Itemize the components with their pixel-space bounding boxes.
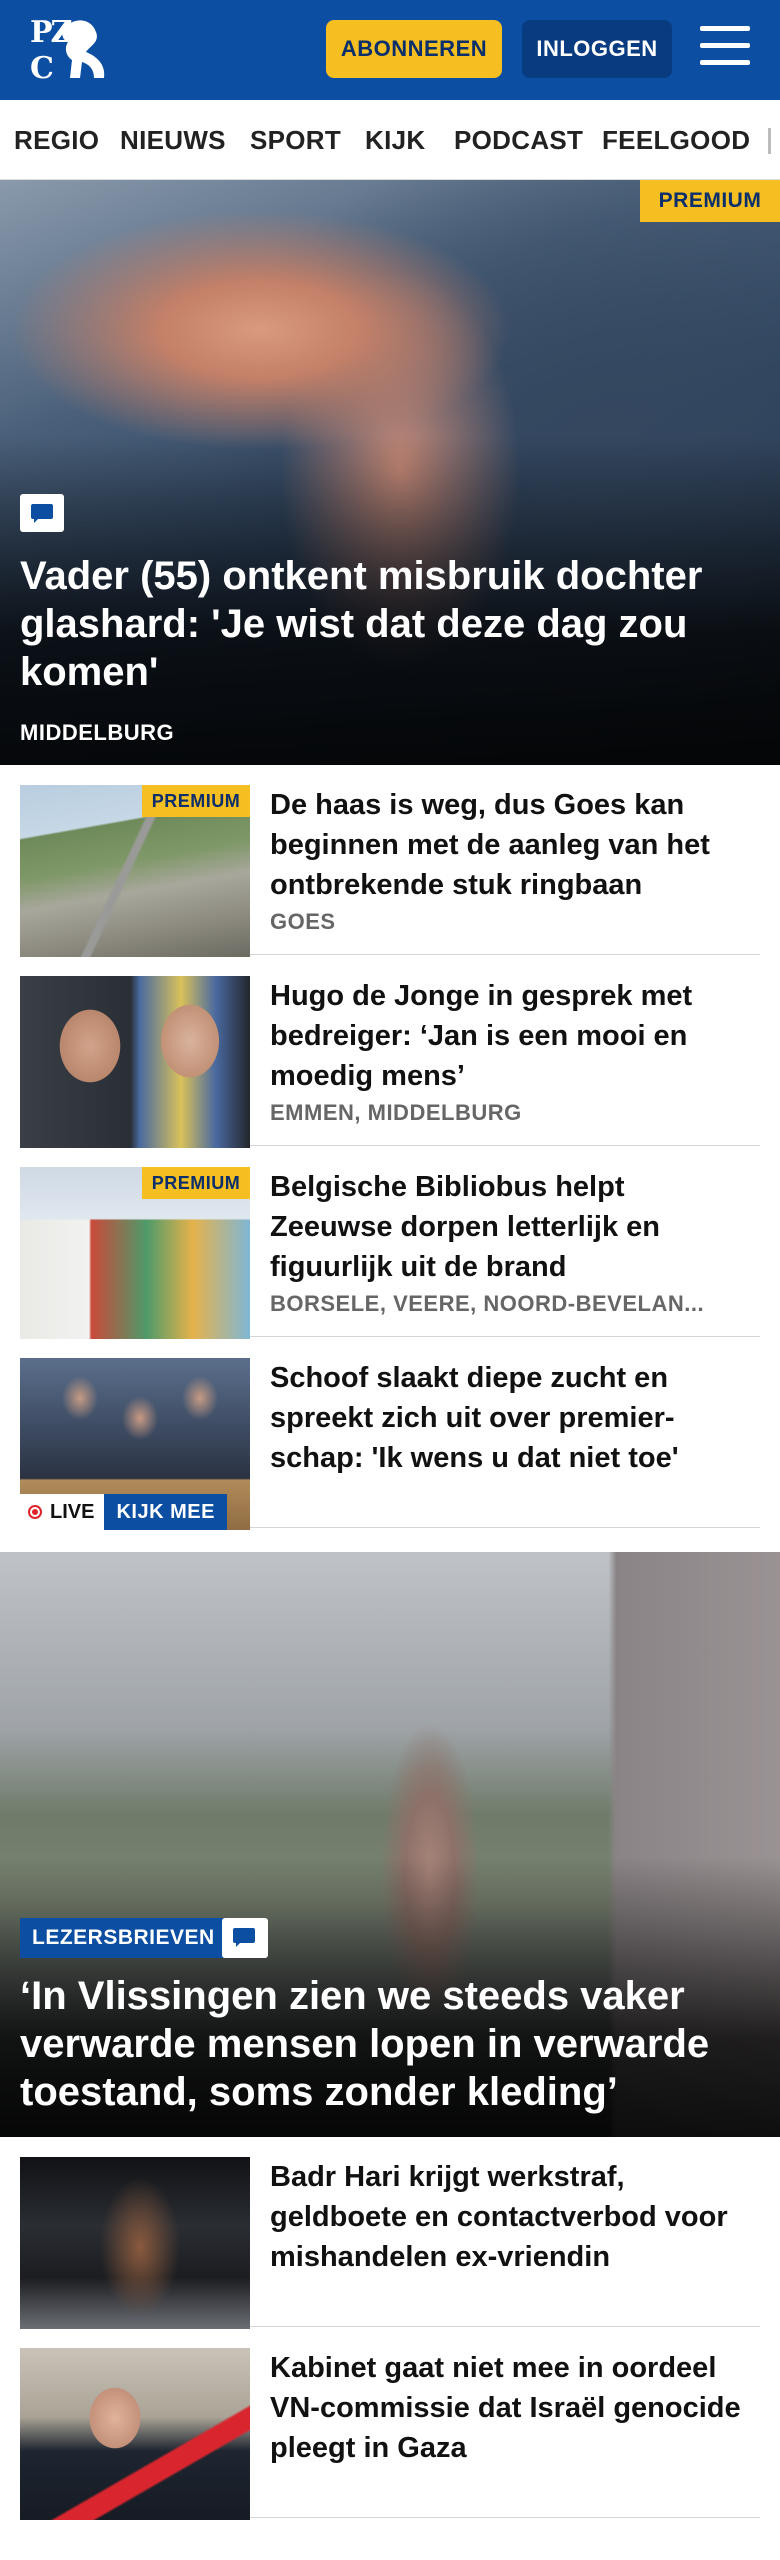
article-location: BORSELE, VEERE, NOORD-BEVELAN... xyxy=(270,1291,705,1316)
comment-icon xyxy=(20,494,64,532)
nav-item-regio[interactable]: REGIO xyxy=(14,100,99,179)
feature-article[interactable]: LEZERSBRIEVEN ‘In Vlissingen zien we ste… xyxy=(0,1552,780,2137)
hero-title[interactable]: Vader (55) ontkent misbruik dochter glas… xyxy=(20,552,740,696)
logo-lion-icon: PZ C xyxy=(30,15,105,86)
article-row[interactable]: LIVE KIJK MEE Schoof slaakt diepe zucht … xyxy=(20,1338,760,1530)
hero-location: MIDDELBURG xyxy=(20,720,175,745)
nav-item-kijk[interactable]: KIJK xyxy=(365,100,425,179)
article-title[interactable]: Hugo de Jonge in gesprek met bedreiger: … xyxy=(270,976,750,1096)
article-thumbnail xyxy=(20,2157,250,2329)
article-row[interactable]: Badr Hari krijgt werkstraf, geldboete en… xyxy=(20,2137,760,2329)
article-location: GOES xyxy=(270,909,336,934)
nav-item-feelgood[interactable]: FEELGOOD xyxy=(602,100,750,179)
article-title[interactable]: Badr Hari krijgt werkstraf, geldboete en… xyxy=(270,2157,750,2277)
watch-button[interactable]: KIJK MEE xyxy=(104,1494,227,1530)
article-thumbnail: PREMIUM xyxy=(20,785,250,957)
article-row[interactable]: Kabinet gaat niet mee in oordeel VN-comm… xyxy=(20,2328,760,2520)
article-row[interactable]: PREMIUM De haas is weg, dus Goes kan beg… xyxy=(20,765,760,957)
premium-badge: PREMIUM xyxy=(142,1167,250,1199)
category-tag: LEZERSBRIEVEN xyxy=(20,1918,227,1958)
live-bar[interactable]: LIVE KIJK MEE xyxy=(20,1494,227,1530)
article-thumbnail xyxy=(20,2348,250,2520)
article-title[interactable]: Kabinet gaat niet mee in oordeel VN-comm… xyxy=(270,2348,750,2468)
article-title[interactable]: Schoof slaakt diepe zucht en spreekt zic… xyxy=(270,1358,750,1478)
section-nav: REGIO NIEUWS SPORT KIJK PODCAST FEELGOOD xyxy=(0,100,780,180)
live-label: LIVE xyxy=(50,1500,95,1523)
nav-overflow-hint xyxy=(768,128,771,154)
article-title[interactable]: Belgische Bibliobus helpt Zeeuwse dorpen… xyxy=(270,1167,750,1287)
premium-badge: PREMIUM xyxy=(640,180,780,222)
nav-item-sport[interactable]: SPORT xyxy=(250,100,341,179)
feature-title[interactable]: ‘In Vlissingen zien we steeds vaker verw… xyxy=(20,1972,750,2116)
article-thumbnail: PREMIUM xyxy=(20,1167,250,1339)
nav-item-podcast[interactable]: PODCAST xyxy=(454,100,583,179)
article-row[interactable]: Hugo de Jonge in gesprek met bedreiger: … xyxy=(20,956,760,1148)
premium-badge: PREMIUM xyxy=(142,785,250,817)
article-thumbnail xyxy=(20,976,250,1148)
nav-item-nieuws[interactable]: NIEUWS xyxy=(120,100,226,179)
live-badge: LIVE xyxy=(20,1494,105,1530)
article-location: EMMEN, MIDDELBURG xyxy=(270,1100,522,1125)
pzc-logo[interactable]: PZ C xyxy=(26,12,112,88)
subscribe-button[interactable]: ABONNEREN xyxy=(326,20,502,78)
article-thumbnail: LIVE KIJK MEE xyxy=(20,1358,250,1530)
site-header: PZ C ABONNEREN INLOGGEN xyxy=(0,0,780,100)
hero-article[interactable]: PREMIUM Vader (55) ontkent misbruik doch… xyxy=(0,180,780,765)
live-dot-icon xyxy=(28,1505,42,1519)
article-row[interactable]: PREMIUM Belgische Bibliobus helpt Zeeuws… xyxy=(20,1147,760,1339)
comment-icon xyxy=(222,1918,268,1958)
hamburger-menu-icon[interactable] xyxy=(700,26,750,70)
svg-text:C: C xyxy=(30,51,54,86)
article-title[interactable]: De haas is weg, dus Goes kan beginnen me… xyxy=(270,785,750,905)
login-button[interactable]: INLOGGEN xyxy=(522,20,672,78)
